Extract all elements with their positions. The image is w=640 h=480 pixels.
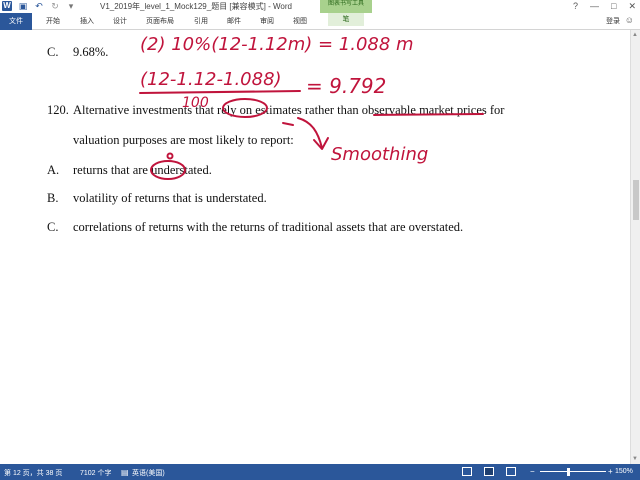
ink-top-line: (2) 10%(12-1.12m) = 1.088 m	[140, 34, 414, 55]
tab-references[interactable]: 引用	[194, 16, 208, 26]
ink-dot	[166, 152, 174, 160]
vertical-scrollbar[interactable]: ▲ ▼	[630, 30, 640, 464]
save-icon[interactable]: ▣	[18, 1, 28, 11]
quick-access-toolbar: W ▣ ↶ ↻ ▾	[2, 1, 76, 11]
user-icon[interactable]: ☺	[625, 15, 634, 25]
page-count[interactable]: 第 12 页，共 38 页	[4, 468, 62, 478]
tab-page-layout[interactable]: 页面布局	[146, 16, 174, 26]
zoom-out-icon[interactable]: −	[530, 467, 535, 476]
ink-annotations: (2) 10%(12-1.12m) = 1.088 m (12-1.12-1.0…	[139, 34, 484, 180]
ink-numerator: (12-1.12-1.088)	[140, 69, 282, 90]
customize-qat-icon[interactable]: ▾	[66, 1, 76, 11]
language[interactable]: 英语(美国)	[132, 468, 165, 478]
tab-insert[interactable]: 插入	[80, 16, 94, 26]
minimize-button[interactable]: —	[590, 1, 599, 12]
scroll-thumb[interactable]	[633, 180, 639, 220]
contextual-tab-group: 图表书写工具	[320, 0, 372, 13]
ink-result: = 9.792	[306, 74, 386, 98]
print-layout-icon[interactable]	[484, 467, 494, 476]
contextual-group-label: 图表书写工具	[327, 1, 364, 7]
word-count[interactable]: 7102 个字	[80, 468, 112, 478]
ink-circle-understated	[150, 160, 186, 180]
ink-underline-observable	[373, 113, 484, 116]
zoom-slider[interactable]	[540, 471, 606, 472]
document-title: V1_2019年_level_1_Mock129_题目 [兼容模式] - Wor…	[100, 2, 292, 11]
ribbon-tabs: 文件 开始 插入 设计 页面布局 引用 邮件 审阅 视图 笔 登录 ☺	[0, 13, 640, 30]
web-layout-icon[interactable]	[506, 467, 516, 476]
redo-icon[interactable]: ↻	[50, 1, 60, 11]
word-app-icon: W	[2, 1, 12, 11]
help-button[interactable]: ?	[573, 1, 578, 12]
ink-tick	[282, 122, 294, 126]
ink-denominator: 100	[182, 95, 209, 111]
tab-view[interactable]: 视图	[293, 16, 307, 26]
undo-icon[interactable]: ↶	[34, 1, 44, 11]
tab-design[interactable]: 设计	[113, 16, 127, 26]
tab-review[interactable]: 审阅	[260, 16, 274, 26]
document-canvas[interactable]: C. 9.68%. 120. Alternative investments t…	[0, 30, 630, 464]
tab-mailings[interactable]: 邮件	[227, 16, 241, 26]
title-bar: W ▣ ↶ ↻ ▾ V1_2019年_level_1_Mock129_题目 [兼…	[0, 0, 640, 13]
login-link[interactable]: 登录	[606, 16, 620, 26]
tab-home[interactable]: 开始	[46, 16, 60, 26]
maximize-button[interactable]: □	[611, 1, 616, 12]
zoom-level[interactable]: 150%	[615, 468, 633, 475]
ink-circle-rely-on	[222, 98, 268, 118]
scroll-up-icon[interactable]: ▲	[632, 32, 638, 38]
scroll-down-icon[interactable]: ▼	[632, 456, 638, 462]
ink-note-smoothing: Smoothing	[331, 144, 428, 165]
status-bar: 第 12 页，共 38 页 7102 个字 ▤ 英语(美国) − + 150%	[0, 464, 640, 480]
close-button[interactable]: ✕	[628, 1, 636, 12]
ink-fraction-bar	[139, 90, 301, 94]
zoom-slider-thumb[interactable]	[567, 468, 570, 476]
proofing-icon[interactable]: ▤	[121, 468, 129, 477]
zoom-in-icon[interactable]: +	[608, 467, 613, 476]
read-mode-icon[interactable]	[462, 467, 472, 476]
window-controls: ? — □ ✕	[573, 1, 636, 12]
tab-file[interactable]: 文件	[0, 13, 32, 30]
tab-pen[interactable]: 笔	[328, 13, 364, 26]
